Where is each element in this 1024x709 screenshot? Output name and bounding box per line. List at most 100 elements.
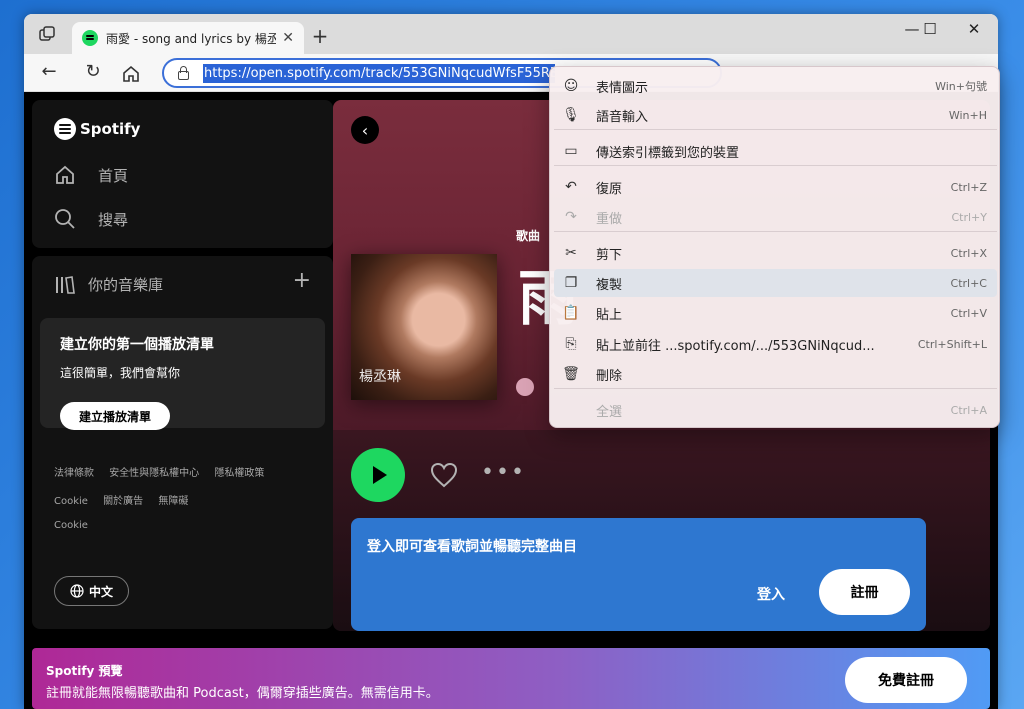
play-button[interactable] (351, 448, 405, 502)
login-banner: 登入即可查看歌詞並暢聽完整曲目 登入 註冊 (351, 518, 926, 631)
home-icon (56, 165, 74, 184)
context-menu-label: 傳送索引標籤到您的裝置 (596, 145, 740, 161)
context-menu-label: 刪除 (596, 368, 623, 384)
context-menu-item-redo: ↷ 重做 Ctrl+Y (554, 203, 997, 231)
context-menu-shortcut: Ctrl+V (950, 306, 987, 320)
context-menu-shortcut: Ctrl+X (950, 246, 987, 260)
context-menu-separator (554, 165, 997, 166)
context-menu-label: 貼上並前往 ...spotify.com/.../553GNiNqcud... (596, 338, 875, 354)
context-menu-item-send-device[interactable]: ▭ 傳送索引標籤到您的裝置 (554, 137, 997, 165)
address-bar-context-menu: ☺ 表情圖示 Win+句號 🎙 語音輸入 Win+H ▭ 傳送索引標籤到您的裝置 ↶ 復原 Ctrl… (549, 66, 1000, 428)
library-panel: 你的音樂庫 + 建立你的第一個播放清單 這很簡單，我們會幫你 建立播放清單 法律… (32, 256, 333, 629)
context-menu-label: 復原 (596, 181, 623, 197)
microphone-icon: 🎙 (562, 107, 580, 123)
maximize-button[interactable]: ☐ (910, 20, 950, 38)
context-menu-separator (554, 388, 997, 389)
context-menu-item-paste[interactable]: 📋 貼上 Ctrl+V (554, 299, 997, 327)
footer-links-row-3: Cookie (54, 520, 100, 531)
context-menu-label: 重做 (596, 211, 623, 227)
tab-title: 雨愛 - song and lyrics by 楊丞琳 (106, 31, 277, 46)
context-menu-item-copy[interactable]: ❐ 複製 Ctrl+C (554, 269, 997, 297)
home-icon[interactable] (121, 64, 141, 84)
cut-icon: ✂ (565, 245, 577, 261)
footer-link[interactable]: Cookie (54, 496, 88, 507)
more-options-icon[interactable]: ••• (481, 460, 526, 485)
artist-avatar[interactable] (516, 378, 534, 396)
login-link[interactable]: 登入 (757, 584, 785, 604)
sidebar-item-label: 搜尋 (98, 210, 129, 229)
create-playlist-button[interactable]: 建立播放清單 (60, 402, 170, 430)
context-menu-item-delete[interactable]: 🗑 刪除 (554, 360, 997, 388)
library-title: 你的音樂庫 (88, 276, 164, 294)
library-icon (56, 275, 75, 294)
heart-icon[interactable] (429, 460, 459, 490)
language-label: 中文 (88, 584, 113, 599)
context-menu-shortcut: Ctrl+Y (951, 210, 987, 224)
undo-icon: ↶ (565, 179, 577, 195)
footer-link[interactable]: 安全性與隱私權中心 (109, 468, 199, 479)
preview-promo-bar: Spotify 預覽 註冊就能無限暢聽歌曲和 Podcast，偶爾穿插些廣告。無… (32, 648, 990, 709)
footer-link[interactable]: 無障礙 (158, 496, 188, 507)
redo-icon: ↷ (565, 209, 577, 225)
context-menu-shortcut: Ctrl+C (950, 276, 987, 290)
promo-title: Spotify 預覽 (46, 664, 123, 678)
refresh-icon[interactable]: ↻ (80, 61, 106, 82)
sidebar-nav-panel: Spotify 首頁 搜尋 (32, 100, 333, 248)
tab-spotify[interactable]: 雨愛 - song and lyrics by 楊丞琳 ✕ (72, 22, 304, 54)
context-menu-label: 表情圖示 (596, 80, 649, 96)
context-menu-label: 貼上 (596, 307, 623, 323)
context-menu-label: 剪下 (596, 247, 623, 263)
footer-links-row-1: 法律條款 安全性與隱私權中心 隱私權政策 (54, 464, 276, 479)
sidebar-item-home[interactable]: 首頁 (54, 164, 128, 186)
lock-icon[interactable] (178, 65, 189, 80)
back-arrow-icon[interactable]: ← (36, 61, 62, 82)
spotify-logo-icon (54, 118, 76, 140)
sidebar-item-search[interactable]: 搜尋 (54, 208, 128, 230)
context-menu-item-paste-go[interactable]: ⎘ 貼上並前往 ...spotify.com/.../553GNiNqcud...… (554, 330, 997, 358)
free-signup-button[interactable]: 免費註冊 (845, 657, 967, 703)
context-menu-item-select-all: 全選 Ctrl+A (554, 396, 997, 424)
spotify-logo-text: Spotify (80, 120, 141, 138)
library-header[interactable]: 你的音樂庫 (54, 274, 163, 295)
context-menu-item-undo[interactable]: ↶ 復原 Ctrl+Z (554, 173, 997, 201)
context-menu-shortcut: Ctrl+A (950, 403, 987, 417)
context-menu-item-microphone[interactable]: 🎙 語音輸入 Win+H (554, 101, 997, 129)
context-menu-shortcut: Win+H (948, 108, 987, 122)
context-menu-label: 全選 (596, 404, 623, 420)
context-menu-item-cut[interactable]: ✂ 剪下 Ctrl+X (554, 239, 997, 267)
workspaces-icon[interactable] (36, 24, 58, 46)
create-playlist-plus-icon[interactable]: + (293, 268, 311, 293)
url-text[interactable]: https://open.spotify.com/track/553GNiNqc… (203, 63, 555, 83)
sidebar-item-label: 首頁 (98, 166, 129, 185)
footer-link[interactable]: 法律條款 (54, 468, 94, 479)
select-all-icon (562, 401, 580, 419)
send-device-icon: ▭ (564, 143, 578, 159)
context-menu-item-emoji[interactable]: ☺ 表情圖示 Win+句號 (554, 72, 997, 100)
context-menu-separator (554, 231, 997, 232)
spotify-logo[interactable]: Spotify (54, 118, 140, 140)
search-icon (55, 209, 75, 229)
card-heading: 建立你的第一個播放清單 (60, 337, 214, 353)
back-chevron-icon[interactable]: ‹ (351, 116, 379, 144)
signup-button[interactable]: 註冊 (819, 569, 910, 615)
card-subtext: 這很簡單，我們會幫你 (60, 366, 181, 380)
promo-text: 註冊就能無限暢聽歌曲和 Podcast，偶爾穿插些廣告。無需信用卡。 (46, 686, 439, 701)
close-window-button[interactable]: ✕ (954, 20, 994, 38)
footer-link[interactable]: 關於廣告 (103, 496, 143, 507)
context-menu-shortcut: Ctrl+Z (950, 180, 987, 194)
copy-icon: ❐ (564, 275, 578, 291)
language-button[interactable]: 中文 (54, 576, 129, 606)
tab-close-icon[interactable]: ✕ (282, 30, 294, 46)
album-art: 楊丞琳 (351, 254, 497, 400)
album-art-caption: 楊丞琳 (359, 369, 401, 385)
paste-go-icon: ⎘ (565, 336, 577, 352)
login-banner-message: 登入即可查看歌詞並暢聽完整曲目 (367, 539, 577, 555)
footer-link[interactable]: Cookie (54, 520, 88, 531)
context-menu-shortcut: Win+句號 (935, 80, 987, 93)
tab-strip: 雨愛 - song and lyrics by 楊丞琳 ✕ + — ☐ ✕ (24, 14, 998, 54)
spotify-favicon-icon (82, 30, 98, 46)
footer-link[interactable]: 隱私權政策 (214, 468, 264, 479)
globe-icon (70, 584, 84, 598)
create-playlist-card: 建立你的第一個播放清單 這很簡單，我們會幫你 建立播放清單 (40, 318, 325, 430)
new-tab-button[interactable]: + (308, 24, 332, 48)
